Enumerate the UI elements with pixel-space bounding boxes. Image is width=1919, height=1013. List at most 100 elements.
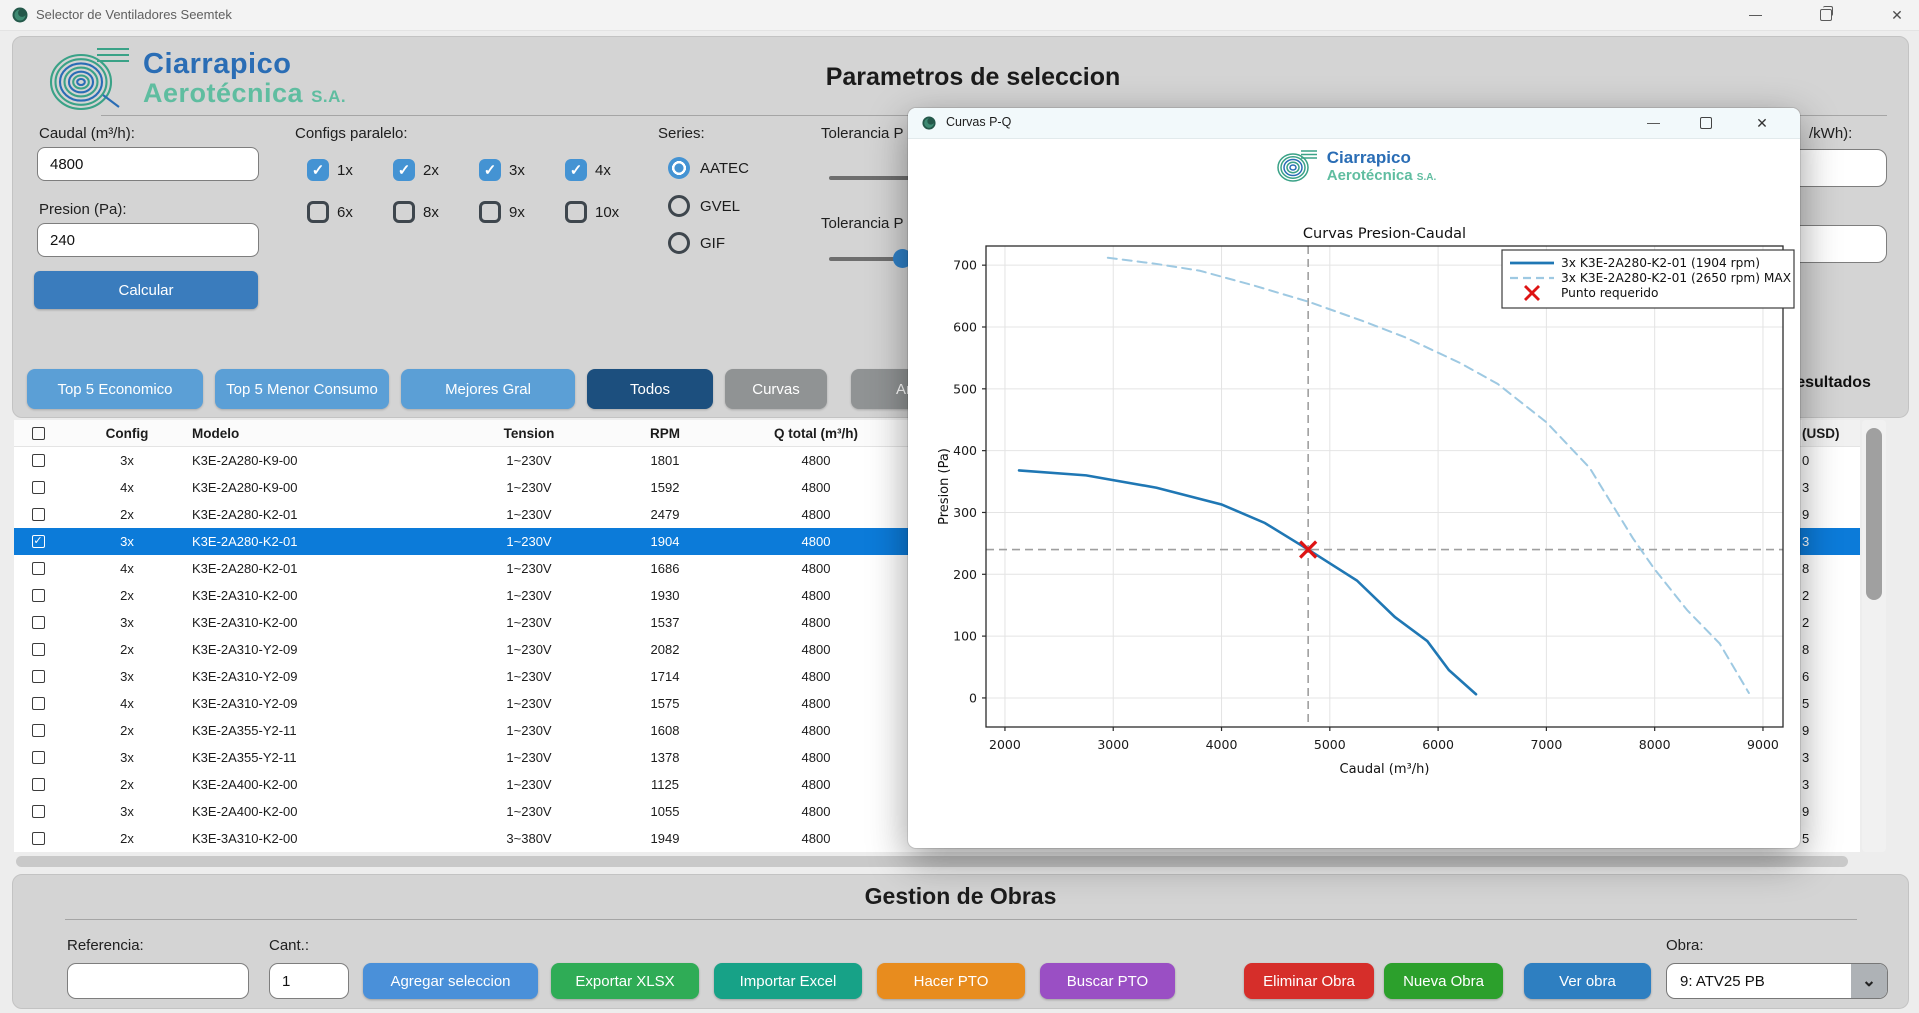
cell: 9 [1802, 804, 1860, 819]
importar-excel-button[interactable]: Importar Excel [714, 963, 862, 999]
row-checkbox[interactable] [32, 589, 45, 602]
row-checkbox-cell [14, 670, 62, 683]
config-checkbox-10x[interactable]: 10x [565, 201, 619, 223]
series-radio-GVEL[interactable]: GVEL [668, 195, 740, 217]
buscar-pto-button[interactable]: Buscar PTO [1040, 963, 1175, 999]
app-icon [12, 7, 28, 23]
cell: 2x [62, 588, 192, 603]
row-checkbox[interactable] [32, 697, 45, 710]
cell: 2x [62, 507, 192, 522]
obra-dropdown[interactable]: 9: ATV25 PB ⌄ [1666, 963, 1888, 999]
minimize-button[interactable] [1732, 0, 1778, 30]
radio-label: GVEL [700, 198, 740, 215]
close-button[interactable]: ✕ [1874, 0, 1919, 30]
series-radio-AATEC[interactable]: AATEC [668, 157, 749, 179]
row-checkbox[interactable] [32, 778, 45, 791]
row-checkbox-cell [14, 481, 62, 494]
tab-todos[interactable]: Todos [587, 369, 713, 409]
config-checkbox-1x[interactable]: ✓1x [307, 159, 353, 181]
cell: 1378 [598, 750, 732, 765]
row-checkbox[interactable] [32, 805, 45, 818]
cell: 1~230V [460, 696, 598, 711]
table-horizontal-scrollbar[interactable] [16, 856, 1848, 867]
row-checkbox[interactable] [32, 481, 45, 494]
series-radio-GIF[interactable]: GIF [668, 232, 725, 254]
col-rpm: RPM [598, 426, 732, 441]
cell: 3x [62, 534, 192, 549]
svg-text:Punto requerido: Punto requerido [1561, 286, 1658, 300]
calcular-button[interactable]: Calcular [34, 271, 258, 309]
tab-top-5-economico[interactable]: Top 5 Economico [27, 369, 203, 409]
dialog-maximize-button[interactable] [1684, 108, 1728, 138]
svg-text:500: 500 [953, 381, 977, 396]
cell: 9 [1802, 507, 1860, 522]
cell: 3x [62, 804, 192, 819]
referencia-input[interactable] [67, 963, 249, 999]
row-checkbox-cell [14, 832, 62, 845]
cell: K3E-2A280-K2-01 [192, 534, 460, 549]
tab-mejores-gral[interactable]: Mejores Gral [401, 369, 575, 409]
row-checkbox[interactable] [32, 616, 45, 629]
select-all-checkbox[interactable] [32, 427, 45, 440]
row-checkbox[interactable] [32, 751, 45, 764]
svg-text:3x K3E-2A280-K2-01 (2650 rpm): 3x K3E-2A280-K2-01 (2650 rpm) MAX [1561, 271, 1791, 285]
config-checkbox-2x[interactable]: ✓2x [393, 159, 439, 181]
row-checkbox-cell [14, 589, 62, 602]
table-vertical-scrollbar[interactable] [1862, 420, 1886, 852]
row-checkbox[interactable] [32, 670, 45, 683]
row-checkbox[interactable] [32, 724, 45, 737]
tolerancia1-label: Tolerancia P [821, 125, 909, 142]
row-checkbox[interactable] [32, 643, 45, 656]
dialog-minimize-button[interactable] [1631, 108, 1675, 138]
obras-panel: Gestion de Obras Referencia: Cant.: Agre… [12, 874, 1909, 1009]
radio-label: GIF [700, 235, 725, 252]
checkbox-label: 4x [595, 162, 611, 179]
config-checkbox-6x[interactable]: 6x [307, 201, 353, 223]
caudal-input[interactable] [37, 147, 259, 181]
checkbox-label: 3x [509, 162, 525, 179]
restore-button[interactable] [1803, 0, 1849, 30]
cant-input[interactable] [269, 963, 349, 999]
vertical-scrollbar-thumb[interactable] [1866, 428, 1882, 600]
series-label: Series: [658, 125, 705, 142]
brand-spiral-icon [1272, 148, 1318, 184]
cell: 8 [1802, 642, 1860, 657]
cell: 1~230V [460, 642, 598, 657]
config-checkbox-9x[interactable]: 9x [479, 201, 525, 223]
tab-top-5-menor-consumo[interactable]: Top 5 Menor Consumo [215, 369, 389, 409]
row-checkbox-cell [14, 724, 62, 737]
cell: 1~230V [460, 561, 598, 576]
config-checkbox-8x[interactable]: 8x [393, 201, 439, 223]
chevron-down-icon[interactable]: ⌄ [1851, 964, 1887, 998]
cell: K3E-2A280-K2-01 [192, 561, 460, 576]
row-checkbox[interactable] [32, 508, 45, 521]
svg-text:400: 400 [953, 443, 977, 458]
eliminar-obra-button[interactable]: Eliminar Obra [1244, 963, 1374, 999]
cell: 4800 [732, 831, 900, 846]
cell: K3E-2A310-Y2-09 [192, 696, 460, 711]
cell: 5 [1802, 831, 1860, 846]
dialog-title: Curvas P-Q [946, 115, 1011, 129]
exportar-xlsx-button[interactable]: Exportar XLSX [551, 963, 699, 999]
nueva-obra-button[interactable]: Nueva Obra [1384, 963, 1503, 999]
obras-title: Gestion de Obras [13, 883, 1908, 910]
dialog-close-button[interactable]: ✕ [1740, 108, 1784, 138]
cell: K3E-2A400-K2-00 [192, 804, 460, 819]
ver-obra-button[interactable]: Ver obra [1524, 963, 1651, 999]
minimize-icon [1647, 123, 1660, 124]
agregar-seleccion-button[interactable]: Agregar seleccion [363, 963, 538, 999]
hacer-pto-button[interactable]: Hacer PTO [877, 963, 1025, 999]
tab-curvas[interactable]: Curvas [725, 369, 827, 409]
svg-text:Presion (Pa): Presion (Pa) [937, 448, 952, 525]
config-checkbox-3x[interactable]: ✓3x [479, 159, 525, 181]
cell: 2479 [598, 507, 732, 522]
row-checkbox[interactable] [32, 832, 45, 845]
cell: K3E-2A280-K9-00 [192, 480, 460, 495]
cell: 3x [62, 615, 192, 630]
row-checkbox[interactable] [32, 454, 45, 467]
row-checkbox[interactable]: ✓ [32, 535, 45, 548]
config-checkbox-4x[interactable]: ✓4x [565, 159, 611, 181]
cell: 4800 [732, 453, 900, 468]
row-checkbox[interactable] [32, 562, 45, 575]
presion-input[interactable] [37, 223, 259, 257]
